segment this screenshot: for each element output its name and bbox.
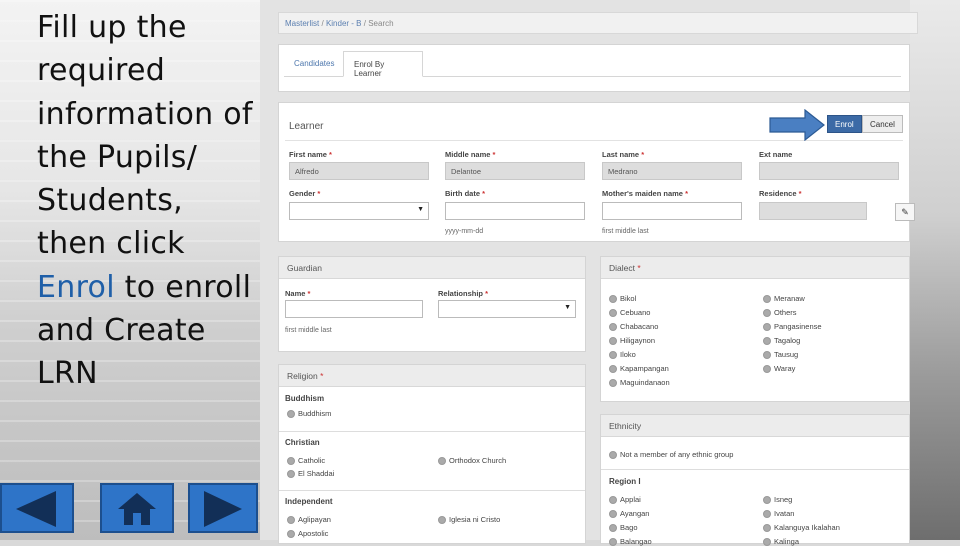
instruction-text: Fill up the required information of the … <box>37 6 257 396</box>
tab-candidates[interactable]: Candidates <box>284 51 344 77</box>
religion-group-christian: Christian <box>285 438 320 447</box>
enrol-button[interactable]: Enrol <box>827 115 862 133</box>
mothers-maiden-name-label: Mother's maiden name * <box>602 189 688 198</box>
ethnicity-option[interactable]: Applai <box>609 495 641 504</box>
dialect-option[interactable]: Maguindanaon <box>609 378 670 387</box>
mothers-maiden-name-hint: first middle last <box>602 228 649 235</box>
dialect-panel: Dialect * Bikol Cebuano Chabacano Hiliga… <box>600 256 910 402</box>
religion-group-independent: Independent <box>285 497 333 506</box>
dialect-option[interactable]: Kapampangan <box>609 364 669 373</box>
back-button[interactable] <box>0 483 74 533</box>
breadcrumb-separator: / <box>321 19 324 28</box>
middle-name-field[interactable]: Delantoe <box>445 162 585 180</box>
birth-date-field[interactable] <box>445 202 585 220</box>
religion-divider <box>279 431 585 432</box>
last-name-label: Last name * <box>602 150 645 159</box>
breadcrumb: Masterlist / Kinder - B / Search <box>278 12 918 34</box>
dialect-option[interactable]: Tausug <box>763 350 798 359</box>
tab-enrol-by-learner[interactable]: Enrol By Learner <box>343 51 423 78</box>
ethnicity-region-title: Region I <box>609 477 641 486</box>
dialect-option[interactable]: Pangasinense <box>763 322 822 331</box>
ethnicity-option[interactable]: Bago <box>609 523 638 532</box>
dialect-option[interactable]: Iloko <box>609 350 636 359</box>
breadcrumb-search: Search <box>368 19 394 28</box>
relationship-select[interactable]: ▼ <box>438 300 576 318</box>
dialect-option[interactable]: Meranaw <box>763 294 805 303</box>
mothers-maiden-name-field[interactable] <box>602 202 742 220</box>
house-icon <box>118 493 156 525</box>
forward-button[interactable] <box>188 483 258 533</box>
breadcrumb-separator: / <box>363 19 366 28</box>
right-triangle-icon <box>204 491 242 527</box>
learner-title: Learner <box>289 121 324 132</box>
birth-date-label: Birth date * <box>445 189 486 198</box>
ethnicity-option[interactable]: Isneg <box>763 495 792 504</box>
pointer-arrow-icon <box>769 109 825 141</box>
dialect-option[interactable]: Bikol <box>609 294 636 303</box>
app-window: Masterlist / Kinder - B / Search Candida… <box>260 0 918 546</box>
cancel-button[interactable]: Cancel <box>862 115 903 133</box>
guardian-name-field[interactable] <box>285 300 423 318</box>
ethnicity-divider <box>601 469 909 470</box>
breadcrumb-kinder-b[interactable]: Kinder - B <box>326 19 362 28</box>
guardian-name-hint: first middle last <box>285 327 332 334</box>
relationship-label: Relationship * <box>438 289 489 298</box>
ext-name-label: Ext name <box>759 150 793 159</box>
religion-option[interactable]: Orthodox Church <box>438 456 506 465</box>
religion-option[interactable]: El Shaddai <box>287 469 334 478</box>
learner-panel: Learner Enrol Cancel First name * Alfred… <box>278 102 915 242</box>
guardian-title: Guardian <box>279 257 585 279</box>
instruction-part-1: Fill up the required information of the … <box>37 10 253 262</box>
residence-label: Residence * <box>759 189 802 198</box>
chevron-down-icon: ▼ <box>564 304 571 311</box>
religion-divider <box>279 490 585 491</box>
birth-date-hint: yyyy-mm-dd <box>445 228 484 235</box>
religion-option[interactable]: Iglesia ni Cristo <box>438 515 500 524</box>
ethnicity-option-none[interactable]: Not a member of any ethnic group <box>609 450 733 459</box>
religion-title: Religion * <box>279 365 585 387</box>
edit-pencil-icon[interactable]: ✎ <box>895 203 915 221</box>
guardian-panel: Guardian Name * first middle last Relati… <box>278 256 586 352</box>
dialect-option[interactable]: Tagalog <box>763 336 800 345</box>
guardian-name-label: Name * <box>285 289 311 298</box>
religion-option[interactable]: Apostolic <box>287 529 328 538</box>
breadcrumb-masterlist[interactable]: Masterlist <box>285 19 319 28</box>
dialect-option[interactable]: Waray <box>763 364 795 373</box>
dialect-option[interactable]: Cebuano <box>609 308 650 317</box>
ext-name-field[interactable] <box>759 162 899 180</box>
religion-group-buddhism: Buddhism <box>285 394 325 403</box>
religion-option[interactable]: Aglipayan <box>287 515 331 524</box>
gender-label: Gender * <box>289 189 321 198</box>
religion-option[interactable]: Catholic <box>287 456 325 465</box>
ethnicity-title: Ethnicity <box>601 415 909 437</box>
ethnicity-option[interactable]: Kalinga <box>763 537 799 546</box>
instruction-enrol-highlight: Enrol <box>37 269 115 305</box>
first-name-label: First name * <box>289 150 332 159</box>
tabs-panel: Candidates Enrol By Learner <box>278 44 910 92</box>
ethnicity-option[interactable]: Balangao <box>609 537 652 546</box>
last-name-field[interactable]: Medrano <box>602 162 742 180</box>
left-triangle-icon <box>16 491 56 527</box>
ethnicity-option[interactable]: Ivatan <box>763 509 794 518</box>
dialect-option[interactable]: Others <box>763 308 797 317</box>
dialect-title: Dialect * <box>601 257 909 279</box>
dialect-option[interactable]: Hiligaynon <box>609 336 655 345</box>
chevron-down-icon: ▼ <box>417 206 424 213</box>
middle-name-label: Middle name * <box>445 150 496 159</box>
ethnicity-option[interactable]: Ayangan <box>609 509 649 518</box>
first-name-field[interactable]: Alfredo <box>289 162 429 180</box>
home-button[interactable] <box>100 483 174 533</box>
ethnicity-panel: Ethnicity Not a member of any ethnic gro… <box>600 414 910 546</box>
religion-panel: Religion * Buddhism Buddhism Christian C… <box>278 364 586 544</box>
background-photo-strip <box>910 0 960 540</box>
ethnicity-option[interactable]: Kalanguya Ikalahan <box>763 523 840 532</box>
dialect-option[interactable]: Chabacano <box>609 322 658 331</box>
residence-field[interactable] <box>759 202 867 220</box>
gender-select[interactable]: ▼ <box>289 202 429 220</box>
religion-option[interactable]: Buddhism <box>287 409 331 418</box>
